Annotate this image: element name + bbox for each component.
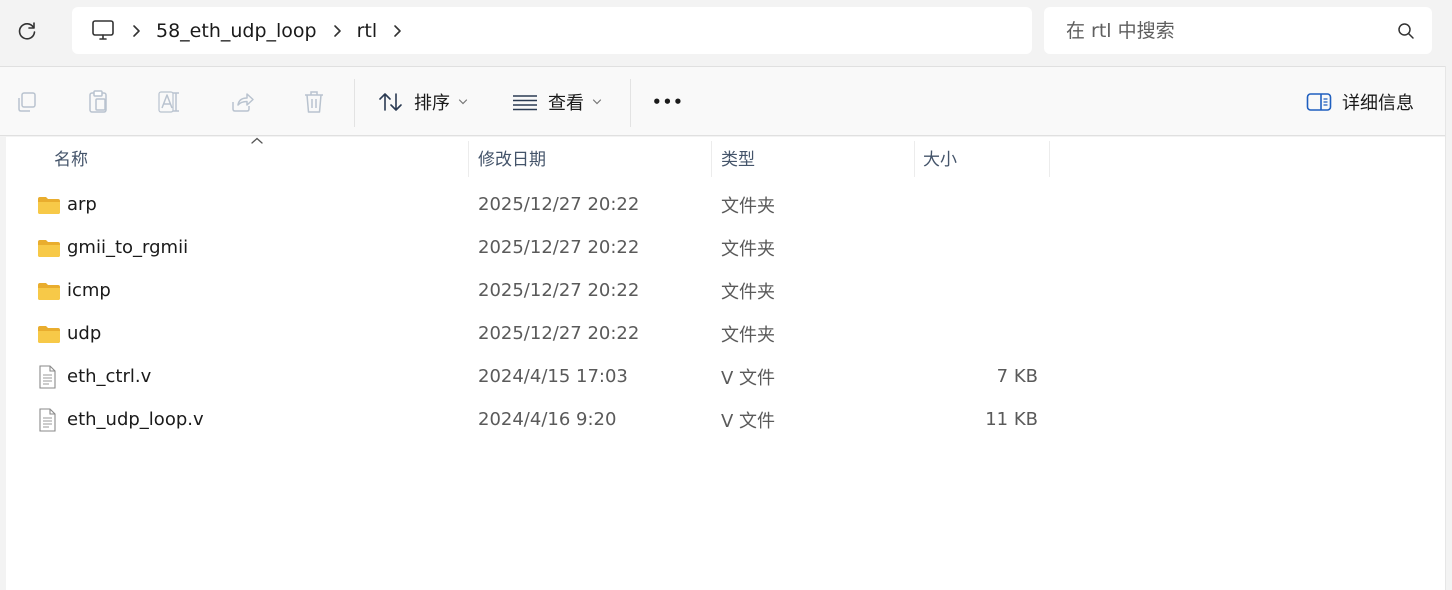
file-size [918, 312, 1038, 355]
refresh-icon [18, 22, 36, 40]
column-header-size[interactable]: 大小 [923, 137, 957, 177]
file-type: 文件夹 [721, 238, 775, 260]
breadcrumb-item-project[interactable]: 58_eth_udp_loop [156, 7, 317, 54]
list-view-icon [512, 89, 538, 115]
file-name: eth_udp_loop.v [67, 409, 204, 430]
file-type: 文件夹 [721, 324, 775, 346]
search-icon[interactable] [1396, 21, 1416, 41]
breadcrumb-separator[interactable] [377, 7, 417, 54]
file-date: 2024/4/15 17:03 [478, 366, 628, 387]
toolbar-divider [354, 79, 355, 127]
file-row[interactable]: arp 2025/12/27 20:22 文件夹 [6, 183, 1445, 226]
address-row: 58_eth_udp_loop rtl [0, 0, 1452, 66]
file-name-cell: arp [37, 183, 97, 226]
copy-icon [18, 92, 36, 112]
file-date: 2025/12/27 20:22 [478, 280, 640, 301]
command-bar: 排序 查看 ••• 详细信息 [0, 66, 1452, 136]
file-size [918, 226, 1038, 269]
view-button[interactable]: 查看 [512, 85, 602, 119]
breadcrumb-separator[interactable] [116, 7, 156, 54]
search-input[interactable] [1044, 7, 1374, 54]
details-label: 详细信息 [1342, 93, 1414, 114]
rename-button[interactable] [157, 89, 183, 115]
file-type: 文件夹 [721, 195, 775, 217]
column-header-date[interactable]: 修改日期 [478, 137, 546, 177]
file-date: 2025/12/27 20:22 [478, 237, 640, 258]
folder-icon [37, 194, 61, 216]
share-icon [232, 93, 254, 112]
chevron-down-icon [458, 97, 468, 107]
folder-icon [37, 237, 61, 259]
sort-icon [378, 89, 404, 115]
copy-button[interactable] [14, 89, 40, 115]
more-options-button[interactable]: ••• [652, 85, 684, 119]
file-row[interactable]: gmii_to_rgmii 2025/12/27 20:22 文件夹 [6, 226, 1445, 269]
file-name: udp [67, 323, 102, 344]
more-icon: ••• [652, 93, 684, 111]
file-name: icmp [67, 280, 111, 301]
file-type: V 文件 [721, 410, 776, 432]
file-name-cell: udp [37, 312, 101, 355]
column-header-name[interactable]: 名称 [54, 137, 88, 177]
breadcrumb: 58_eth_udp_loop rtl [72, 7, 1032, 54]
paste-button[interactable] [85, 89, 111, 115]
file-icon [37, 364, 61, 389]
file-list: 名称 修改日期 类型 大小 arp 2025/12/27 20:22 文件夹 g… [6, 137, 1445, 590]
column-resize-handle[interactable] [1049, 141, 1050, 177]
file-name: eth_ctrl.v [67, 366, 152, 387]
chevron-right-icon [133, 24, 140, 37]
folder-icon [37, 280, 61, 302]
file-icon [37, 407, 61, 432]
file-name-cell: eth_ctrl.v [37, 355, 151, 398]
file-size: 11 KB [985, 409, 1038, 430]
sort-label: 排序 [414, 93, 450, 114]
folder-icon [37, 323, 61, 345]
column-resize-handle[interactable] [711, 141, 712, 177]
sort-ascending-icon [251, 137, 263, 144]
toolbar-divider [630, 79, 631, 127]
file-row[interactable]: icmp 2025/12/27 20:22 文件夹 [6, 269, 1445, 312]
rename-icon [158, 91, 179, 113]
computer-icon [92, 19, 114, 40]
breadcrumb-separator[interactable] [317, 7, 357, 54]
file-type: V 文件 [721, 367, 776, 389]
delete-button[interactable] [301, 89, 327, 115]
file-name-cell: gmii_to_rgmii [37, 226, 188, 269]
column-resize-handle[interactable] [468, 141, 469, 177]
paste-icon [89, 90, 107, 113]
search-box [1044, 7, 1432, 54]
chevron-right-icon [333, 24, 341, 37]
file-date: 2025/12/27 20:22 [478, 323, 640, 344]
share-button[interactable] [229, 89, 255, 115]
file-name-cell: eth_udp_loop.v [37, 398, 204, 441]
file-name: gmii_to_rgmii [67, 237, 189, 258]
file-row[interactable]: eth_udp_loop.v 2024/4/16 9:20 V 文件 11 KB [6, 398, 1445, 441]
refresh-button[interactable] [10, 14, 44, 48]
file-name: arp [67, 194, 97, 215]
file-name-cell: icmp [37, 269, 111, 312]
trash-icon [305, 91, 323, 113]
chevron-right-icon [394, 24, 401, 37]
sort-button[interactable]: 排序 [378, 85, 468, 119]
column-resize-handle[interactable] [914, 141, 915, 177]
file-row[interactable]: eth_ctrl.v 2024/4/15 17:03 V 文件 7 KB [6, 355, 1445, 398]
file-size [918, 183, 1038, 226]
view-label: 查看 [548, 93, 584, 114]
chevron-down-icon [592, 97, 602, 107]
file-date: 2024/4/16 9:20 [478, 409, 617, 430]
file-size [918, 269, 1038, 312]
details-pane-icon [1306, 89, 1332, 115]
file-size: 7 KB [996, 366, 1038, 387]
breadcrumb-this-pc[interactable] [90, 7, 116, 54]
breadcrumb-item-rtl[interactable]: rtl [357, 7, 378, 54]
column-header-type[interactable]: 类型 [721, 137, 755, 177]
file-type: 文件夹 [721, 281, 775, 303]
file-date: 2025/12/27 20:22 [478, 194, 640, 215]
file-row[interactable]: udp 2025/12/27 20:22 文件夹 [6, 312, 1445, 355]
window-edge [1445, 66, 1452, 590]
details-pane-button[interactable]: 详细信息 [1306, 85, 1414, 119]
